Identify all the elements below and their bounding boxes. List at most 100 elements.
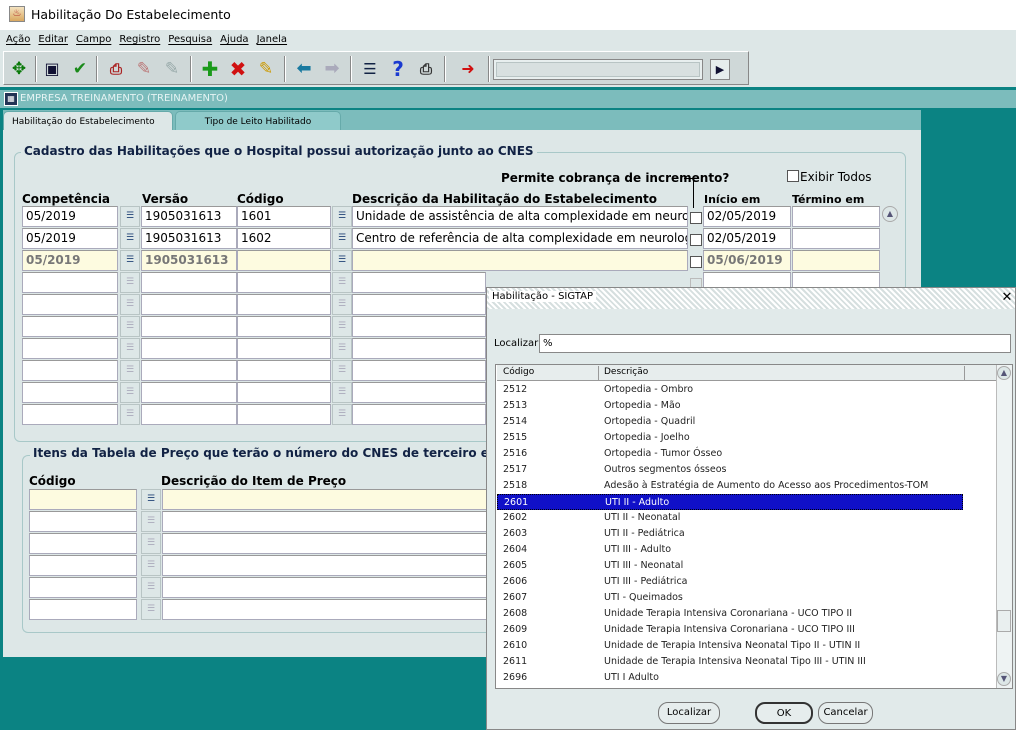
list-item[interactable]: 2604 UTI III - Adulto [497, 542, 963, 558]
lov-versao-icon[interactable]: ☰ [120, 382, 140, 403]
termino-field[interactable] [792, 228, 880, 249]
descricao-field[interactable] [352, 316, 486, 337]
item-descricao-field[interactable] [162, 555, 488, 576]
lov-descricao-icon[interactable]: ☰ [332, 382, 352, 403]
list-item[interactable]: 2608 Unidade Terapia Intensiva Coronarian… [497, 606, 963, 622]
competencia-field[interactable] [22, 294, 118, 315]
clear-record-icon[interactable]: ✎ [254, 57, 278, 81]
save-icon[interactable]: ▣ [40, 57, 64, 81]
termino-field[interactable] [792, 250, 880, 271]
lov-descricao-icon[interactable]: ☰ [332, 228, 352, 249]
menu-registro[interactable]: Registro [119, 34, 160, 45]
descricao-field[interactable] [352, 382, 486, 403]
close-icon[interactable]: ✕ [1000, 290, 1014, 305]
versao-field[interactable] [141, 272, 237, 293]
lov-item-icon[interactable]: ☰ [141, 577, 161, 598]
list-item[interactable]: 2610 Unidade de Terapia Intensiva Neonata… [497, 638, 963, 654]
lov-descricao-icon[interactable]: ☰ [332, 316, 352, 337]
menu-ajuda[interactable]: Ajuda [220, 34, 248, 45]
list-item[interactable]: 2515 Ortopedia - Joelho [497, 430, 963, 446]
scroll-up-button[interactable]: ▲ [882, 206, 898, 222]
lov-versao-icon[interactable]: ☰ [120, 250, 140, 271]
list-scroll-up-button[interactable]: ▲ [997, 366, 1011, 380]
list-of-values-icon[interactable]: ☰ [358, 57, 382, 81]
toolbar-scroll-right-button[interactable]: ▶ [710, 59, 730, 80]
list-item[interactable]: 2609 Unidade Terapia Intensiva Coronarian… [497, 622, 963, 638]
codigo-field[interactable]: 1601 [237, 206, 331, 227]
lov-descricao-icon[interactable]: ☰ [332, 206, 352, 227]
lov-versao-icon[interactable]: ☰ [120, 294, 140, 315]
versao-field[interactable]: 1905031613 [141, 228, 237, 249]
item-codigo-field[interactable] [29, 533, 137, 554]
lov-item-icon[interactable]: ☰ [141, 599, 161, 620]
item-codigo-field[interactable] [29, 511, 137, 532]
codigo-field[interactable] [237, 272, 331, 293]
commit-check-icon[interactable]: ✔ [68, 57, 92, 81]
insert-record-icon[interactable]: ✚ [198, 57, 222, 81]
permite-cobranca-checkbox[interactable] [690, 256, 702, 268]
menu-pesquisa[interactable]: Pesquisa [168, 34, 212, 45]
list-item[interactable]: 2518 Adesão à Estratégia de Aumento do Ac… [497, 478, 963, 494]
menu-editar[interactable]: Editar [38, 34, 68, 45]
lov-descricao-icon[interactable]: ☰ [332, 250, 352, 271]
menu-campo[interactable]: Campo [76, 34, 111, 45]
codigo-field[interactable] [237, 382, 331, 403]
inicio-field[interactable]: 02/05/2019 [703, 228, 791, 249]
permite-cobranca-checkbox[interactable] [690, 234, 702, 246]
lov-versao-icon[interactable]: ☰ [120, 338, 140, 359]
delete-record-icon[interactable]: ✖ [226, 57, 250, 81]
competencia-field[interactable] [22, 360, 118, 381]
permite-cobranca-checkbox[interactable] [690, 212, 702, 224]
competencia-field[interactable] [22, 404, 118, 425]
lov-versao-icon[interactable]: ☰ [120, 316, 140, 337]
item-descricao-field[interactable] [162, 511, 488, 532]
codigo-field[interactable] [237, 404, 331, 425]
exibir-todos-checkbox[interactable] [787, 170, 799, 182]
competencia-field[interactable]: 05/2019 [22, 206, 118, 227]
descricao-field[interactable] [352, 404, 486, 425]
item-codigo-field[interactable] [29, 555, 137, 576]
list-item[interactable]: 2513 Ortopedia - Mão [497, 398, 963, 414]
lov-descricao-icon[interactable]: ☰ [332, 294, 352, 315]
list-item[interactable]: 2512 Ortopedia - Ombro [497, 382, 963, 398]
list-scrollbar[interactable] [996, 365, 1012, 688]
lov-descricao-icon[interactable]: ☰ [332, 272, 352, 293]
item-descricao-field[interactable] [162, 599, 488, 620]
item-descricao-field[interactable] [162, 533, 488, 554]
descricao-field[interactable]: Centro de referência de alta complexidad… [352, 228, 688, 249]
lov-descricao-icon[interactable]: ☰ [332, 338, 352, 359]
descricao-field[interactable] [352, 294, 486, 315]
lov-versao-icon[interactable]: ☰ [120, 206, 140, 227]
competencia-field[interactable] [22, 338, 118, 359]
codigo-field[interactable]: 1602 [237, 228, 331, 249]
competencia-field[interactable]: 05/2019 [22, 228, 118, 249]
competencia-field[interactable]: 05/2019 [22, 250, 118, 271]
tab-tipo-leito-habilitado[interactable]: Tipo de Leito Habilitado [175, 111, 341, 131]
termino-field[interactable] [792, 206, 880, 227]
list-item[interactable]: 2696 UTI I Adulto [497, 670, 963, 686]
help-icon[interactable]: ? [386, 57, 410, 81]
lov-item-icon[interactable]: ☰ [141, 489, 161, 510]
inicio-field[interactable]: 05/06/2019 [703, 250, 791, 271]
localizar-input[interactable]: % [539, 334, 1011, 353]
versao-field[interactable]: 1905031613 [141, 206, 237, 227]
enter-query-icon[interactable]: ✎ [132, 57, 156, 81]
list-scrollbar-thumb[interactable] [997, 610, 1011, 632]
previous-record-icon[interactable]: ⬅ [292, 57, 316, 81]
print-icon[interactable]: ⎙ [414, 57, 438, 81]
inicio-field[interactable]: 02/05/2019 [703, 206, 791, 227]
item-descricao-field[interactable] [162, 489, 488, 510]
move-icon[interactable]: ✥ [7, 57, 31, 81]
codigo-field[interactable] [237, 360, 331, 381]
codigo-field[interactable] [237, 316, 331, 337]
lov-descricao-icon[interactable]: ☰ [332, 404, 352, 425]
execute-query-icon[interactable]: ✎ [160, 57, 184, 81]
list-item[interactable]: 2516 Ortopedia - Tumor Ósseo [497, 446, 963, 462]
descricao-field[interactable] [352, 338, 486, 359]
menu-janela[interactable]: Janela [257, 34, 287, 45]
menu-acao[interactable]: Ação [6, 34, 30, 45]
ok-button[interactable]: OK [755, 702, 813, 724]
list-item[interactable]: 2607 UTI - Queimados [497, 590, 963, 606]
codigo-field[interactable] [237, 294, 331, 315]
item-codigo-field[interactable] [29, 577, 137, 598]
